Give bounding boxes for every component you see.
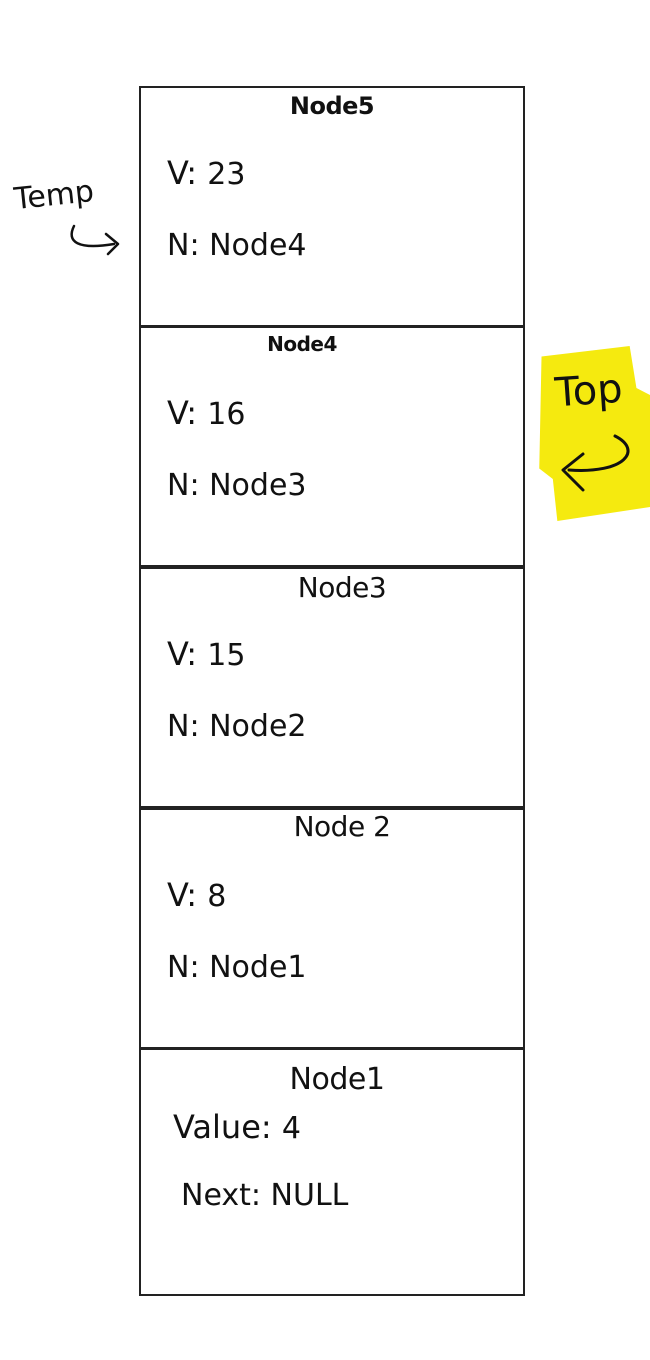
node-box: Node3 V: 15 N: Node2: [139, 567, 525, 808]
next-label: N:: [167, 950, 200, 985]
node-title: Node4: [267, 332, 337, 356]
value-text: 8: [207, 879, 227, 914]
value-text: 15: [207, 638, 246, 673]
node-title: Node3: [297, 571, 387, 604]
node-next-row: N: Node3: [167, 468, 307, 503]
node-next-row: Next: NULL: [181, 1178, 348, 1213]
node-next-row: N: Node2: [167, 709, 307, 744]
value-label: Value:: [173, 1108, 272, 1146]
node-box: Node5 V: 23 N: Node4: [139, 86, 525, 327]
top-pointer: Top: [537, 346, 650, 521]
node-title: Node5: [289, 92, 375, 120]
next-text: Node4: [209, 228, 307, 263]
node-title: Node1: [289, 1062, 385, 1097]
temp-pointer-label: Temp: [12, 173, 96, 218]
stack-diagram: Node5 V: 23 N: Node4 Node4 V: 16 N: Node…: [139, 86, 529, 1296]
value-label: V:: [167, 154, 198, 192]
next-text: NULL: [270, 1178, 349, 1213]
next-text: Node3: [209, 468, 307, 503]
temp-arrow-icon: [70, 224, 120, 256]
top-arrow-icon: [561, 434, 630, 492]
node-value-row: Value: 4: [173, 1108, 301, 1146]
node-title: Node 2: [293, 810, 391, 843]
next-label: Next:: [181, 1178, 261, 1213]
top-pointer-label: Top: [553, 365, 625, 417]
value-text: 23: [207, 157, 246, 192]
next-label: N:: [167, 468, 200, 503]
next-text: Node2: [209, 709, 307, 744]
node-box: Node 2 V: 8 N: Node1: [139, 808, 525, 1049]
value-label: V:: [167, 635, 198, 673]
node-value-row: V: 15: [167, 635, 245, 673]
next-text: Node1: [209, 950, 307, 985]
value-label: V:: [167, 394, 198, 432]
value-text: 16: [207, 397, 246, 432]
node-value-row: V: 23: [167, 154, 245, 192]
node-next-row: N: Node4: [167, 228, 307, 263]
value-label: V:: [167, 876, 198, 914]
next-label: N:: [167, 228, 200, 263]
next-label: N:: [167, 709, 200, 744]
node-next-row: N: Node1: [167, 950, 307, 985]
node-value-row: V: 8: [167, 876, 226, 914]
node-value-row: V: 16: [167, 394, 245, 432]
node-box: Node1 Value: 4 Next: NULL: [139, 1048, 525, 1296]
node-box: Node4 V: 16 N: Node3: [139, 326, 525, 567]
value-text: 4: [281, 1111, 301, 1146]
